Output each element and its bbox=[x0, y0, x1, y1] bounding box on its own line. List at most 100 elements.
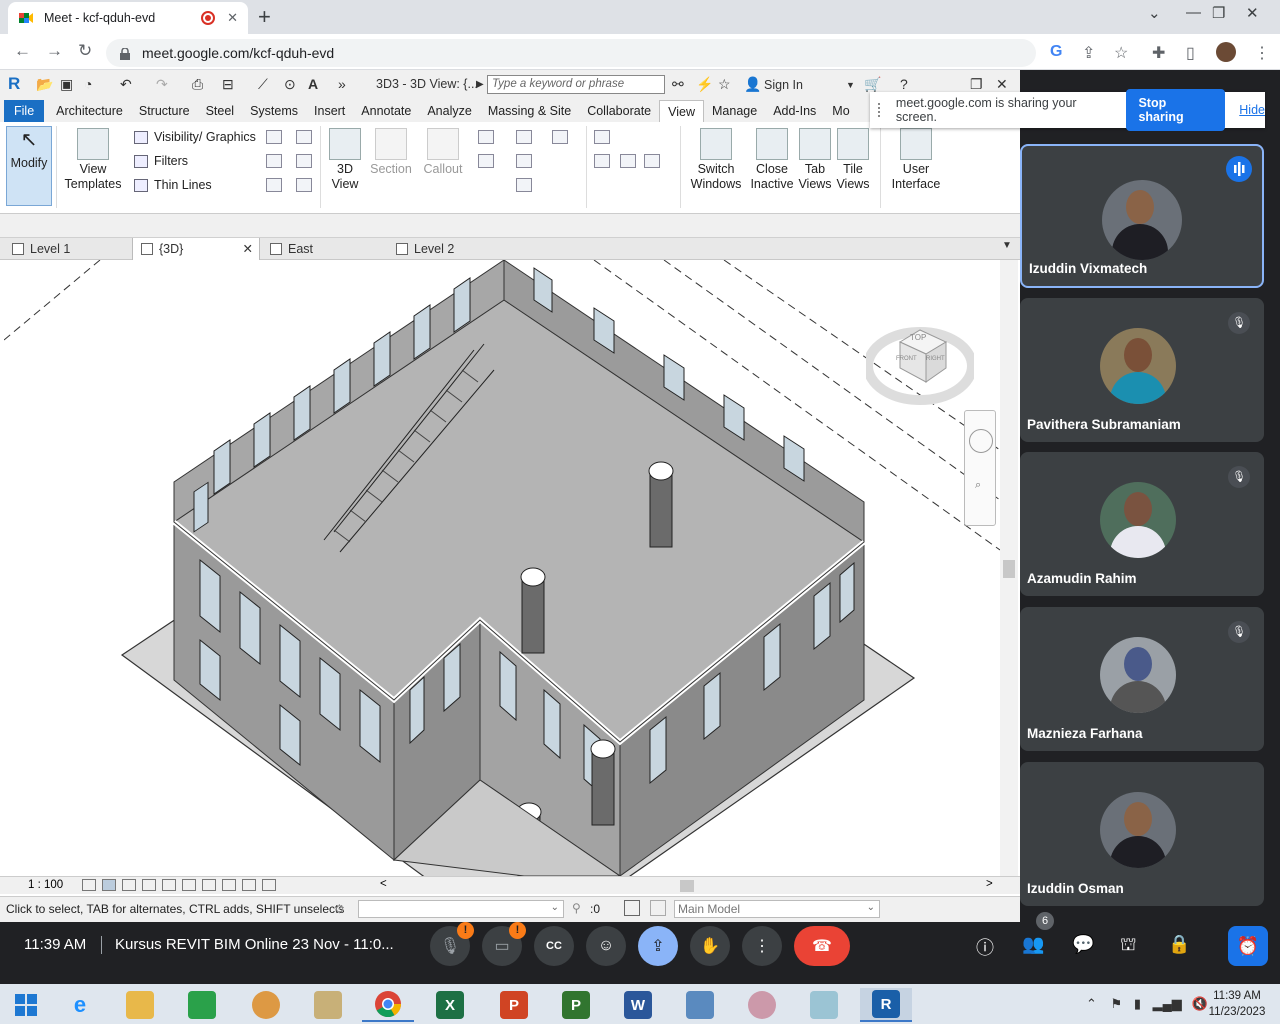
forward-icon[interactable]: → bbox=[46, 41, 63, 61]
steering-wheel-icon[interactable] bbox=[969, 429, 993, 453]
participant-tile[interactable]: 🎙︎ Pavithera Subramaniam bbox=[1020, 298, 1264, 442]
3d-viewport[interactable]: TOP FRONT RIGHT ⌕ bbox=[4, 260, 1000, 876]
view-scale[interactable]: 1 : 100 bbox=[28, 879, 63, 891]
captions-button[interactable]: CC bbox=[534, 926, 574, 966]
menu-tab-more[interactable]: Mo bbox=[824, 100, 857, 122]
view-tab-level-1[interactable]: Level 1 bbox=[4, 238, 130, 260]
sun-path-icon[interactable] bbox=[122, 879, 136, 891]
help-icon[interactable]: ? bbox=[900, 76, 908, 92]
cart-icon[interactable]: 🛒 bbox=[864, 76, 881, 93]
revit-close-icon[interactable]: ✕ bbox=[996, 76, 1008, 93]
flag-icon[interactable]: ⚑ bbox=[1111, 996, 1123, 1011]
thin-lines-button[interactable]: Thin Lines bbox=[134, 178, 212, 192]
photos-app[interactable] bbox=[674, 988, 726, 1022]
sign-in-link[interactable]: Sign In bbox=[764, 78, 803, 92]
notepad-app[interactable] bbox=[798, 988, 850, 1022]
callout-button[interactable]: Callout bbox=[418, 128, 468, 177]
binoculars-icon[interactable]: ⚯ bbox=[672, 76, 684, 93]
render-icon[interactable] bbox=[296, 130, 312, 144]
tool-app[interactable] bbox=[302, 988, 354, 1022]
tab-views-button[interactable]: Tab Views bbox=[798, 128, 832, 192]
tabs-dropdown-icon[interactable]: ▼ bbox=[1002, 240, 1012, 251]
lock-view-icon[interactable] bbox=[222, 879, 236, 891]
menu-tab-steel[interactable]: Steel bbox=[198, 100, 243, 122]
store-app[interactable] bbox=[176, 988, 228, 1022]
file-explorer-app[interactable] bbox=[114, 988, 166, 1022]
remove-hidden-icon[interactable] bbox=[266, 154, 282, 168]
visual-style-icon[interactable] bbox=[102, 879, 116, 891]
elevation-icon[interactable] bbox=[478, 154, 494, 168]
menu-tab-structure[interactable]: Structure bbox=[131, 100, 198, 122]
word-app[interactable]: W bbox=[612, 988, 664, 1022]
modify-button[interactable]: ↖ Modify bbox=[6, 126, 52, 206]
close-inactive-button[interactable]: Close Inactive bbox=[748, 128, 796, 192]
show-crop-icon[interactable] bbox=[202, 879, 216, 891]
stop-sharing-button[interactable]: Stop sharing bbox=[1126, 89, 1226, 131]
microphone-button[interactable]: 🎙︎ ! bbox=[430, 922, 474, 966]
camera-button[interactable]: ▭ ! bbox=[482, 922, 526, 966]
reload-icon[interactable]: ↻ bbox=[78, 41, 92, 61]
battery-icon[interactable]: ▮ bbox=[1134, 996, 1141, 1011]
window-close-icon[interactable]: ✕ bbox=[1246, 4, 1259, 22]
more-options-button[interactable]: ⋮ bbox=[742, 926, 782, 966]
url-bar[interactable]: meet.google.com/kcf-qduh-evd bbox=[106, 39, 1036, 67]
cut-profile-icon[interactable] bbox=[266, 178, 282, 192]
participant-tile[interactable]: Izuddin Vixmatech bbox=[1020, 144, 1264, 288]
extensions-icon[interactable]: ✚ bbox=[1152, 43, 1165, 63]
print-icon[interactable]: ⎙ bbox=[192, 76, 203, 93]
horizontal-scroll-thumb[interactable] bbox=[680, 880, 694, 892]
excel-app[interactable]: X bbox=[424, 988, 476, 1022]
menu-tab-manage[interactable]: Manage bbox=[704, 100, 765, 122]
leave-call-button[interactable]: ☎ bbox=[794, 926, 850, 966]
editable-only-icon[interactable] bbox=[624, 900, 640, 916]
restore-icon[interactable]: ❐ bbox=[1212, 4, 1225, 22]
share-page-icon[interactable]: ⇪ bbox=[1082, 43, 1095, 63]
powerpoint-app[interactable]: P bbox=[488, 988, 540, 1022]
meeting-details-icon[interactable]: ⓘ bbox=[976, 934, 994, 960]
render-cloud-icon[interactable] bbox=[296, 178, 312, 192]
revit-app[interactable]: R bbox=[860, 988, 912, 1022]
menu-tab-view[interactable]: View bbox=[659, 100, 704, 122]
undo-icon[interactable]: ↶ bbox=[120, 76, 132, 93]
redo-icon[interactable]: ↷ bbox=[156, 76, 168, 93]
hide-isolate-icon[interactable] bbox=[242, 879, 256, 891]
host-controls-icon[interactable]: 🔒 bbox=[1168, 934, 1190, 955]
favorites-star-icon[interactable]: ☆ bbox=[718, 76, 731, 93]
chat-icon[interactable]: 💬 bbox=[1072, 934, 1094, 955]
design-options-icon[interactable] bbox=[650, 900, 666, 916]
rendering-dialog-icon[interactable] bbox=[162, 879, 176, 891]
zoom-icon[interactable]: ⌕ bbox=[975, 479, 981, 492]
schedules-icon[interactable] bbox=[516, 178, 532, 192]
legends-icon[interactable] bbox=[552, 130, 568, 144]
close-tab-icon[interactable]: ✕ bbox=[227, 10, 238, 26]
scroll-left-icon[interactable]: < bbox=[380, 878, 387, 890]
sheet-composition-icon[interactable] bbox=[594, 130, 610, 144]
menu-tab-massing-site[interactable]: Massing & Site bbox=[480, 100, 579, 122]
render-gallery-icon[interactable] bbox=[296, 154, 312, 168]
scroll-thumb[interactable] bbox=[1003, 560, 1015, 578]
section-button[interactable]: Section bbox=[368, 128, 414, 177]
menu-tab-analyze[interactable]: Analyze bbox=[419, 100, 479, 122]
menu-tab-add-ins[interactable]: Add-Ins bbox=[765, 100, 824, 122]
matchline-icon[interactable] bbox=[620, 154, 636, 168]
browser-tab-meet[interactable]: Meet - kcf-qduh-evd ✕ bbox=[8, 2, 248, 34]
user-interface-button[interactable]: User Interface bbox=[888, 128, 944, 192]
save-icon[interactable]: ▣ bbox=[60, 76, 73, 93]
workset-dropdown-empty[interactable]: ⌄ bbox=[358, 900, 564, 918]
scroll-right-icon[interactable]: > bbox=[986, 878, 993, 890]
worksharing-icon[interactable]: ⚙ bbox=[334, 902, 345, 916]
menu-tab-annotate[interactable]: Annotate bbox=[353, 100, 419, 122]
title-block-icon[interactable] bbox=[594, 154, 610, 168]
revit-restore-icon[interactable]: ❐ bbox=[970, 76, 983, 93]
viewport-vertical-scrollbar[interactable] bbox=[1000, 260, 1018, 876]
internet-explorer-app[interactable]: e bbox=[54, 988, 106, 1022]
side-panel-icon[interactable]: ▯ bbox=[1186, 43, 1195, 63]
shadows-icon[interactable] bbox=[142, 879, 156, 891]
viewcube[interactable]: TOP FRONT RIGHT bbox=[863, 306, 977, 406]
close-view-tab-icon[interactable]: ✕ bbox=[243, 238, 253, 260]
view-tab-east[interactable]: East bbox=[262, 238, 386, 260]
view-tab-level-2[interactable]: Level 2 bbox=[388, 238, 512, 260]
menu-tab-systems[interactable]: Systems bbox=[242, 100, 306, 122]
taskbar-clock[interactable]: 11:39 AM 11/23/2023 bbox=[1200, 988, 1274, 1020]
tile-views-button[interactable]: Tile Views bbox=[836, 128, 870, 192]
